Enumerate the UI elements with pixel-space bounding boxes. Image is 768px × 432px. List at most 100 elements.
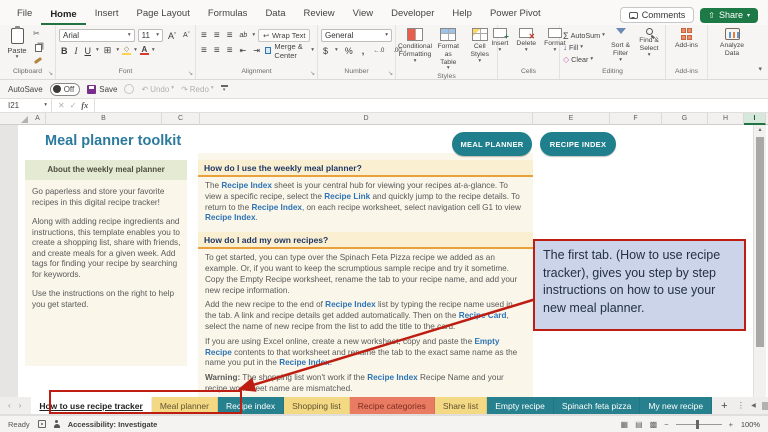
align-right-button[interactable]: ≡ xyxy=(225,45,235,56)
clear-button[interactable]: ◇ Clear ▾ xyxy=(563,54,605,65)
grow-font-button[interactable]: Aʼ xyxy=(166,31,178,41)
fill-button[interactable]: ↓ Fill ▾ xyxy=(563,42,605,53)
align-bottom-button[interactable]: ≡ xyxy=(225,30,235,41)
wrap-text-button[interactable]: ↩ Wrap Text xyxy=(258,29,311,42)
shrink-font-button[interactable]: Aˇ xyxy=(181,32,192,39)
sheet-tab-meal-planner[interactable]: Meal planner xyxy=(151,397,218,414)
font-color-button[interactable]: A xyxy=(139,45,149,56)
hscroll-left-icon[interactable]: ◀ xyxy=(751,402,756,409)
confirm-entry-button[interactable]: ✓ xyxy=(70,101,77,110)
inline-link[interactable]: Recipe Index xyxy=(205,213,256,222)
number-format-select[interactable]: General ▾ xyxy=(321,29,392,42)
inline-link[interactable]: Recipe Index xyxy=(251,203,302,212)
ribbon-tab-file[interactable]: File xyxy=(8,3,41,25)
align-left-button[interactable]: ≡ xyxy=(199,45,209,56)
inline-link[interactable]: Recipe Index xyxy=(367,373,418,382)
merge-center-button[interactable]: Merge & Center ▾ xyxy=(264,42,314,60)
underline-button[interactable]: U xyxy=(83,46,94,56)
column-header-I[interactable]: I xyxy=(744,113,766,125)
addins-button[interactable]: Add-ins xyxy=(673,28,700,67)
copy-button[interactable] xyxy=(35,43,42,52)
percent-style-button[interactable]: % xyxy=(343,46,355,56)
conditional-formatting-button[interactable]: Conditional Formatting ▾ xyxy=(398,28,432,72)
font-size-select[interactable]: 11 ▾ xyxy=(137,29,163,42)
sheet-tab-empty-recipe[interactable]: Empty recipe xyxy=(487,397,554,414)
zoom-slider[interactable] xyxy=(675,419,722,429)
autosum-button[interactable]: Σ AutoSum ▾ xyxy=(563,30,605,41)
inline-link[interactable]: Recipe Link xyxy=(324,192,370,201)
sheet-tab-shopping-list[interactable]: Shopping list xyxy=(284,397,350,414)
ribbon-tab-developer[interactable]: Developer xyxy=(382,3,443,25)
select-all-corner[interactable] xyxy=(18,113,30,125)
ribbon-tab-data[interactable]: Data xyxy=(256,3,294,25)
collapse-ribbon-icon[interactable]: ▾ xyxy=(758,65,762,73)
format-as-table-button[interactable]: Format as Table ▾ xyxy=(434,28,463,72)
dialog-launcher-icon[interactable]: ↘ xyxy=(188,70,193,77)
delete-cells-button[interactable]: ✕ Delete ▾ xyxy=(514,28,538,67)
dialog-launcher-icon[interactable]: ↘ xyxy=(48,70,53,77)
inline-link[interactable]: Recipe Index xyxy=(221,181,272,190)
name-box[interactable]: I21 ▾ xyxy=(0,99,52,112)
align-top-button[interactable]: ≡ xyxy=(199,30,209,41)
horizontal-scroll-thumb[interactable] xyxy=(761,401,768,410)
decrease-indent-button[interactable]: ⇤ xyxy=(238,46,249,55)
inline-link[interactable]: Empty Recipe xyxy=(205,337,499,357)
ribbon-tab-home[interactable]: Home xyxy=(41,4,86,25)
fill-color-button[interactable]: ◇ xyxy=(122,46,132,56)
ribbon-tab-help[interactable]: Help xyxy=(443,3,481,25)
font-name-select[interactable]: Arial ▾ xyxy=(59,29,135,42)
normal-view-icon[interactable]: ▦ xyxy=(621,420,629,429)
column-header-D[interactable]: D xyxy=(200,113,533,125)
next-sheet-icon[interactable]: › xyxy=(19,401,22,410)
save-button[interactable]: Save xyxy=(87,84,117,94)
ribbon-tab-power-pivot[interactable]: Power Pivot xyxy=(481,3,550,25)
dialog-launcher-icon[interactable]: ↘ xyxy=(310,70,315,77)
comma-style-button[interactable]: , xyxy=(360,46,367,56)
insert-cells-button[interactable]: + Insert ▾ xyxy=(489,28,510,67)
prev-sheet-icon[interactable]: ‹ xyxy=(8,401,11,410)
ribbon-tab-page-layout[interactable]: Page Layout xyxy=(127,3,198,25)
column-header-C[interactable]: C xyxy=(162,113,200,125)
paste-button[interactable]: Paste ▾ xyxy=(3,26,31,67)
inline-link[interactable]: Recipe Card xyxy=(459,311,507,320)
vertical-scroll-thumb[interactable] xyxy=(756,137,764,347)
customize-qat-button[interactable]: ▾ xyxy=(220,85,228,93)
increase-indent-button[interactable]: ⇥ xyxy=(251,46,262,55)
zoom-slider-knob[interactable] xyxy=(695,419,699,429)
sheet-tab-my-new-recipe[interactable]: My new recipe xyxy=(640,397,713,414)
bold-button[interactable]: B xyxy=(59,46,70,56)
ribbon-tab-formulas[interactable]: Formulas xyxy=(199,3,257,25)
increase-decimal-button[interactable]: ←.0 xyxy=(371,48,386,54)
column-header-G[interactable]: G xyxy=(662,113,708,125)
inline-link[interactable]: Recipe Index xyxy=(279,358,330,367)
cut-button[interactable]: ✂ xyxy=(33,29,44,39)
sheet-tab-share-list[interactable]: Share list xyxy=(434,397,488,414)
dialog-launcher-icon[interactable]: ↘ xyxy=(388,70,393,77)
ribbon-tab-insert[interactable]: Insert xyxy=(86,3,128,25)
macro-record-icon[interactable] xyxy=(37,420,46,428)
sheet-tab-recipe-categories[interactable]: Recipe categories xyxy=(349,397,435,414)
column-header-F[interactable]: F xyxy=(610,113,662,125)
ribbon-tab-view[interactable]: View xyxy=(344,3,382,25)
accounting-format-button[interactable]: $ xyxy=(321,46,330,56)
column-header-B[interactable]: B xyxy=(46,113,162,125)
recipe-index-button[interactable]: RECIPE INDEX xyxy=(540,132,616,156)
column-header-A[interactable]: A xyxy=(30,113,46,125)
borders-button[interactable]: ⊞ xyxy=(102,45,114,56)
cancel-entry-button[interactable]: ✕ xyxy=(58,101,65,110)
sort-filter-button[interactable]: Sort & Filter ▾ xyxy=(609,28,632,67)
scroll-up-icon[interactable]: ▴ xyxy=(754,125,766,135)
page-layout-view-icon[interactable]: ▤ xyxy=(635,420,643,429)
page-break-view-icon[interactable]: ▩ xyxy=(650,420,658,429)
column-header-E[interactable]: E xyxy=(533,113,610,125)
find-select-button[interactable]: Find & Select ▾ xyxy=(636,28,662,67)
meal-planner-button[interactable]: MEAL PLANNER xyxy=(452,132,532,156)
ribbon-tab-review[interactable]: Review xyxy=(295,3,344,25)
share-button[interactable]: ⇧ Share ▾ xyxy=(700,7,758,23)
sheet-tab-spinach-feta-pizza[interactable]: Spinach feta pizza xyxy=(553,397,641,414)
inline-link[interactable]: Recipe Index xyxy=(325,300,376,309)
analyze-data-button[interactable]: Analyze Data xyxy=(711,28,753,67)
undo-button[interactable]: ↶ Undo ▾ xyxy=(141,85,174,94)
align-middle-button[interactable]: ≡ xyxy=(212,30,222,41)
redo-button[interactable]: ↷ Redo ▾ xyxy=(181,85,214,94)
